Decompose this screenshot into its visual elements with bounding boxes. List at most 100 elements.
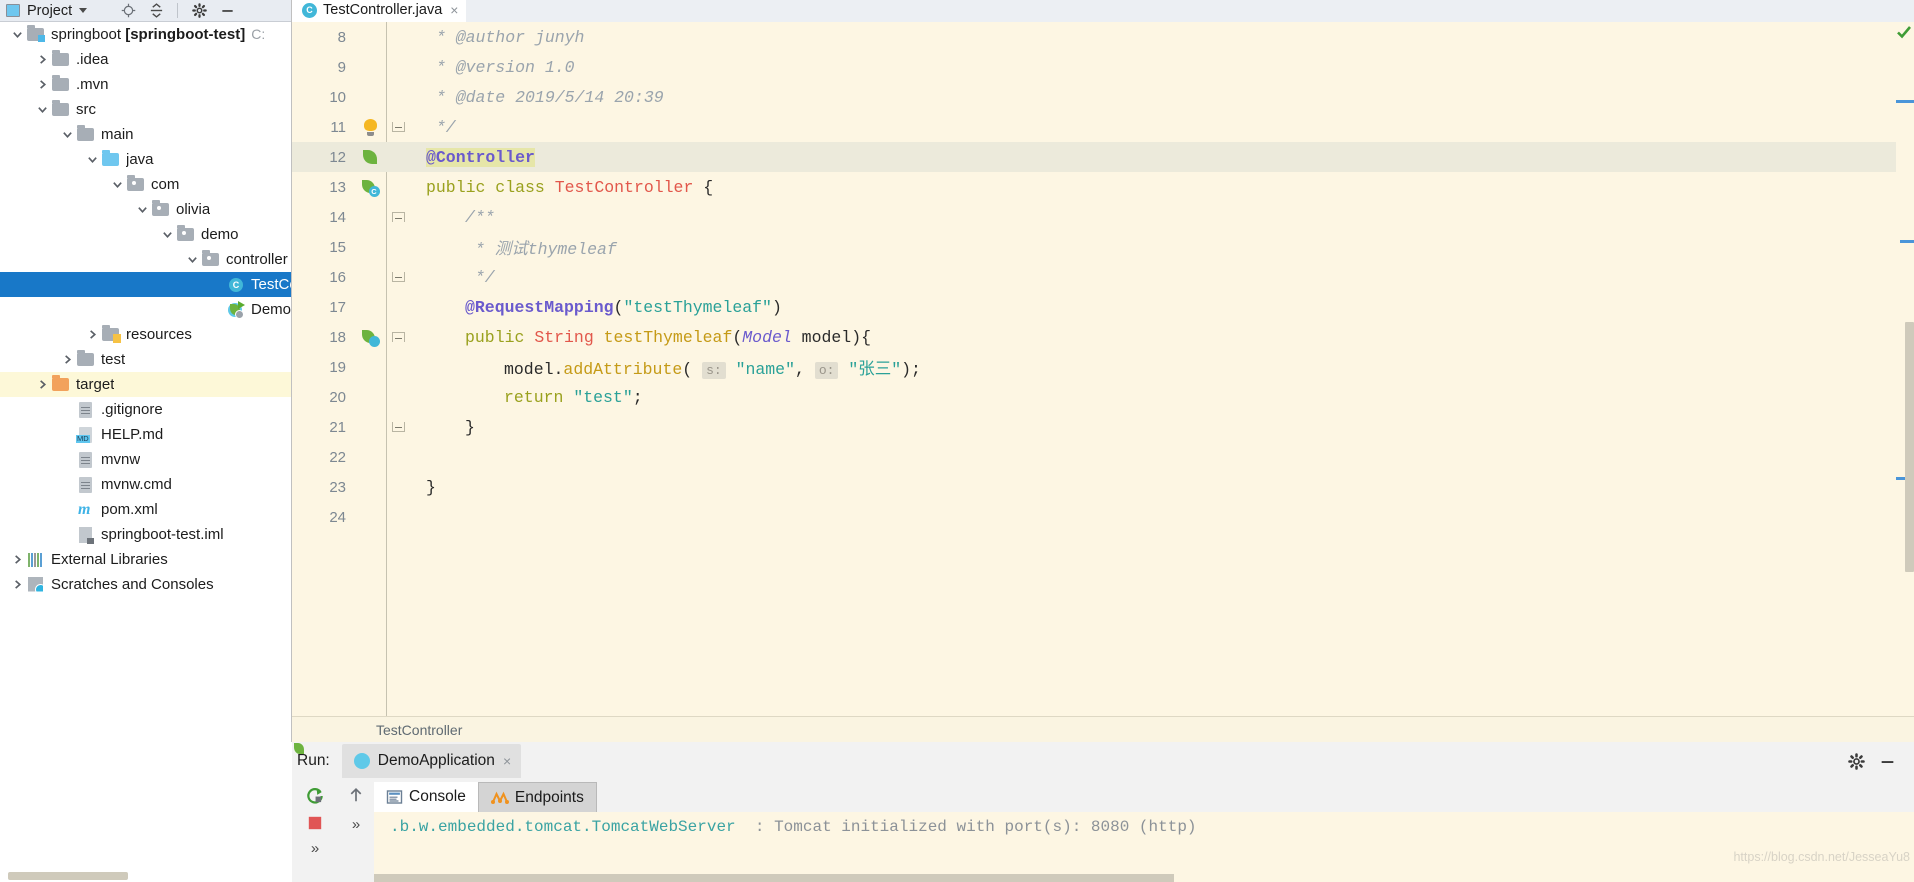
editor-marker-strip[interactable] bbox=[1896, 22, 1914, 716]
chevron-down-icon[interactable] bbox=[108, 179, 126, 190]
chevron-down-icon[interactable] bbox=[8, 29, 26, 40]
minimize-icon[interactable] bbox=[1879, 753, 1896, 770]
tree-row-com[interactable]: com bbox=[0, 172, 291, 197]
code-line-22[interactable]: 22 bbox=[292, 442, 1914, 472]
code-line-10[interactable]: 10 * @date 2019/5/14 20:39 bbox=[292, 82, 1914, 112]
tree-row-label: resources bbox=[126, 326, 192, 343]
project-tree[interactable]: springboot [springboot-test] C: .idea .mvn s… bbox=[0, 22, 291, 742]
package-icon bbox=[151, 200, 171, 218]
tree-row-java[interactable]: java bbox=[0, 147, 291, 172]
chevron-down-icon[interactable] bbox=[83, 154, 101, 165]
code-line-20[interactable]: 20 return "test"; bbox=[292, 382, 1914, 412]
code-line-12[interactable]: 12 @Controller bbox=[292, 142, 1914, 172]
tree-row-scratches-and-consoles[interactable]: Scratches and Consoles bbox=[0, 572, 291, 597]
editor-scrollbar-thumb[interactable] bbox=[1905, 322, 1914, 572]
intention-bulb-icon[interactable] bbox=[362, 118, 379, 136]
console-tab-console[interactable]: Console bbox=[374, 782, 478, 812]
fold-collapse-icon[interactable] bbox=[391, 332, 405, 342]
token-plain: model){ bbox=[791, 327, 871, 347]
tree-row-mvnw[interactable]: mvnw bbox=[0, 447, 291, 472]
line-number: 13 bbox=[329, 178, 346, 196]
close-icon[interactable]: × bbox=[450, 2, 458, 18]
tree-row-mvnw-cmd[interactable]: mvnw.cmd bbox=[0, 472, 291, 497]
minimize-icon[interactable] bbox=[216, 1, 238, 21]
fold-collapse-icon[interactable] bbox=[391, 422, 405, 432]
chevron-down-icon[interactable] bbox=[133, 204, 151, 215]
chevron-right-icon[interactable] bbox=[33, 79, 51, 90]
scroll-marker bbox=[1896, 100, 1914, 103]
tree-row-help-md[interactable]: MD HELP.md bbox=[0, 422, 291, 447]
code-line-14[interactable]: 14 /** bbox=[292, 202, 1914, 232]
chevron-right-icon[interactable] bbox=[83, 329, 101, 340]
editor-tab-testcontroller[interactable]: C TestController.java × bbox=[292, 0, 467, 22]
tree-row-demoapplication[interactable]: DemoApplication bbox=[0, 297, 291, 322]
chevron-right-icon[interactable] bbox=[58, 354, 76, 365]
tree-row-external-libraries[interactable]: External Libraries bbox=[0, 547, 291, 572]
code-line-19[interactable]: 19 model.addAttribute( s: "name", o: "张三"… bbox=[292, 352, 1914, 382]
collapse-all-icon[interactable] bbox=[145, 1, 167, 21]
gear-icon[interactable] bbox=[188, 1, 210, 21]
scroll-up-icon[interactable] bbox=[347, 786, 365, 804]
code-line-8[interactable]: 8 * @author junyh bbox=[292, 22, 1914, 52]
expand-more-icon[interactable]: » bbox=[352, 816, 360, 833]
fold-collapse-icon[interactable] bbox=[391, 122, 405, 132]
chevron-down-icon[interactable] bbox=[79, 8, 88, 13]
code-line-17[interactable]: 17 @RequestMapping("testThymeleaf") bbox=[292, 292, 1914, 322]
gear-icon[interactable] bbox=[1848, 752, 1865, 770]
code-text: @Controller bbox=[410, 147, 1914, 167]
tree-row-springboot-test-iml[interactable]: springboot-test.iml bbox=[0, 522, 291, 547]
tree-row-demo[interactable]: demo bbox=[0, 222, 291, 247]
fold-collapse-icon[interactable] bbox=[391, 272, 405, 282]
fold-collapse-icon[interactable] bbox=[391, 212, 405, 222]
code-line-23[interactable]: 23} bbox=[292, 472, 1914, 502]
chevron-down-icon[interactable] bbox=[158, 229, 176, 240]
tree-row--idea[interactable]: .idea bbox=[0, 47, 291, 72]
code-line-16[interactable]: 16 */ bbox=[292, 262, 1914, 292]
tree-row-springboot[interactable]: springboot [springboot-test] C: bbox=[0, 22, 291, 47]
chevron-down-icon[interactable] bbox=[58, 129, 76, 140]
tree-row--mvn[interactable]: .mvn bbox=[0, 72, 291, 97]
code-line-24[interactable]: 24 bbox=[292, 502, 1914, 532]
tree-row-pom-xml[interactable]: m pom.xml bbox=[0, 497, 291, 522]
project-title-group[interactable]: Project bbox=[6, 3, 88, 19]
console-separator: : bbox=[735, 818, 775, 836]
console-output[interactable]: .b.w.embedded.tomcat.TomcatWebServer : T… bbox=[374, 812, 1914, 882]
tree-row-resources[interactable]: resources bbox=[0, 322, 291, 347]
chevron-right-icon[interactable] bbox=[8, 579, 26, 590]
console-tab-endpoints[interactable]: Endpoints bbox=[477, 782, 597, 812]
tree-row-controller[interactable]: controller bbox=[0, 247, 291, 272]
expand-icon[interactable]: » bbox=[311, 840, 319, 857]
chevron-right-icon[interactable] bbox=[8, 554, 26, 565]
tree-row-olivia[interactable]: olivia bbox=[0, 197, 291, 222]
spring-bean-icon[interactable] bbox=[362, 149, 378, 165]
code-line-9[interactable]: 9 * @version 1.0 bbox=[292, 52, 1914, 82]
code-line-15[interactable]: 15 * 测试thymeleaf bbox=[292, 232, 1914, 262]
token-str: "name" bbox=[735, 360, 795, 379]
tree-row-test[interactable]: test bbox=[0, 347, 291, 372]
close-icon[interactable]: × bbox=[503, 753, 511, 769]
fold-column bbox=[386, 422, 410, 432]
spring-bean-class-icon[interactable]: C bbox=[361, 179, 380, 197]
breadcrumb[interactable]: TestController bbox=[292, 716, 1914, 742]
console-horizontal-scrollbar[interactable] bbox=[374, 874, 1174, 882]
code-line-21[interactable]: 21} bbox=[292, 412, 1914, 442]
rerun-icon[interactable] bbox=[305, 786, 325, 806]
code-line-13[interactable]: 13 Cpublic class TestController { bbox=[292, 172, 1914, 202]
code-line-11[interactable]: 11 */ bbox=[292, 112, 1914, 142]
chevron-right-icon[interactable] bbox=[33, 54, 51, 65]
code-editor[interactable]: 8 * @author junyh 9 * @version 1.0 10 * @d… bbox=[292, 22, 1914, 742]
chevron-right-icon[interactable] bbox=[33, 379, 51, 390]
chevron-down-icon[interactable] bbox=[33, 104, 51, 115]
run-tab-demoapplication[interactable]: DemoApplication × bbox=[294, 743, 1914, 882]
spring-mapping-icon[interactable] bbox=[361, 329, 380, 347]
tree-row-target[interactable]: target bbox=[0, 372, 291, 397]
project-horizontal-scrollbar[interactable] bbox=[8, 872, 128, 880]
chevron-down-icon[interactable] bbox=[183, 254, 201, 265]
tree-row--gitignore[interactable]: .gitignore bbox=[0, 397, 291, 422]
tree-row-testcontroller[interactable]: C TestController bbox=[0, 272, 291, 297]
tree-row-main[interactable]: main bbox=[0, 122, 291, 147]
locate-icon[interactable] bbox=[117, 1, 139, 21]
code-line-18[interactable]: 18 public String testThymeleaf(Model mode… bbox=[292, 322, 1914, 352]
stop-icon[interactable] bbox=[306, 814, 324, 832]
tree-row-src[interactable]: src bbox=[0, 97, 291, 122]
